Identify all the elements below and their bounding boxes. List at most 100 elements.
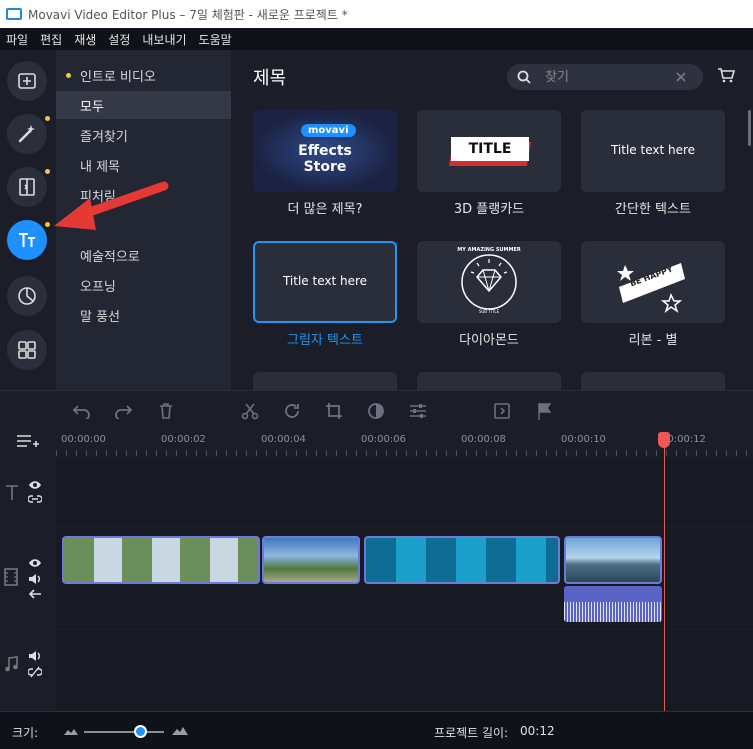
title-bar: Movavi Video Editor Plus – 7일 체험판 - 새로운 … [0, 0, 753, 28]
video-clip[interactable] [564, 536, 662, 584]
title-track[interactable] [56, 458, 753, 526]
status-bar: 크기: 프로젝트 길이: 00:12 [0, 711, 753, 749]
timeline-ruler[interactable]: 00:00:00 00:00:02 00:00:04 00:00:06 00:0… [56, 428, 753, 456]
preview-text: Title text here [610, 143, 696, 157]
add-track-icon[interactable] [16, 434, 40, 450]
undo-button[interactable] [72, 401, 92, 421]
playhead-line [664, 432, 665, 712]
clear-search-icon[interactable] [675, 71, 687, 83]
title-tile-simple-text[interactable]: Title text here [581, 110, 725, 192]
audio-waveform[interactable] [564, 586, 662, 622]
delete-button[interactable] [156, 401, 176, 421]
menu-edit[interactable]: 편집 [40, 31, 62, 48]
menu-playback[interactable]: 재생 [74, 31, 96, 48]
menu-export[interactable]: 내보내기 [142, 31, 186, 48]
new-dot [45, 222, 50, 227]
stickers-button[interactable] [7, 276, 47, 316]
titles-content: 제목 movavi Effects Store 더 많은 제목? TITLE 3… [231, 50, 753, 390]
search-icon [517, 70, 531, 84]
project-duration-value: 00:12 [520, 724, 555, 738]
title-tile-next-3[interactable] [581, 372, 725, 390]
title-tile-next-2[interactable] [417, 372, 561, 390]
title-tile-diamond[interactable]: MY AMAZING SUMMER SUB TITLE [417, 241, 561, 323]
flag-icon [538, 403, 552, 420]
new-dot [45, 116, 50, 121]
crop-button[interactable] [324, 401, 344, 421]
title-tile-3d-placard[interactable]: TITLE [417, 110, 561, 192]
detach-arrow-icon[interactable] [28, 589, 42, 599]
more-tools-button[interactable] [7, 330, 47, 370]
link-icon[interactable] [28, 494, 42, 504]
volume-icon[interactable] [28, 650, 42, 662]
category-my-titles[interactable]: 내 제목 [56, 151, 231, 179]
color-adjust-button[interactable] [366, 401, 386, 421]
undo-icon [72, 405, 90, 419]
menu-help[interactable]: 도움말 [199, 31, 232, 48]
category-favorites[interactable]: 즐겨찾기 [56, 121, 231, 149]
music-track[interactable] [56, 630, 753, 710]
marker-button[interactable] [535, 401, 555, 421]
rotate-button[interactable] [282, 401, 302, 421]
video-track[interactable] [56, 528, 753, 628]
transition-icon [19, 178, 35, 196]
tile-label: 다이아몬드 [459, 333, 519, 348]
tile-label: 3D 플랭카드 [453, 202, 525, 217]
redo-button[interactable] [113, 401, 133, 421]
preview-text: Title text here [282, 274, 368, 288]
eye-icon[interactable] [28, 480, 42, 490]
store-line-2: Store [303, 159, 347, 175]
clip-properties-button[interactable] [408, 401, 428, 421]
title-tile-next-1[interactable] [253, 372, 397, 390]
category-intro-video[interactable]: 인트로 비디오 [56, 61, 231, 89]
transitions-button[interactable] [7, 167, 50, 207]
ruler-tick: 00:00:04 [261, 434, 306, 445]
waveform-bars [564, 602, 662, 622]
cut-button[interactable] [240, 401, 260, 421]
insert-transition-button[interactable] [492, 401, 512, 421]
video-clip[interactable] [262, 536, 360, 584]
zoom-out-icon[interactable] [64, 727, 78, 735]
diamond-top-text: MY AMAZING SUMMER [457, 247, 521, 253]
ruler-tick: 00:00:00 [61, 434, 106, 445]
tile-label: 더 많은 제목? [287, 202, 363, 217]
ruler-tick: 00:00:08 [461, 434, 506, 445]
timeline-toolbar [0, 390, 753, 428]
unlink-icon[interactable] [28, 666, 42, 678]
new-dot [66, 72, 71, 78]
category-all[interactable]: 모두 [56, 91, 231, 119]
title-tile-effects-store[interactable]: movavi Effects Store [253, 110, 397, 192]
zoom-slider-track[interactable] [84, 731, 164, 733]
content-scrollbar[interactable] [748, 110, 751, 146]
volume-icon[interactable] [28, 573, 42, 585]
ruler-tick: 00:00:10 [561, 434, 606, 445]
title-tile-ribbon-star[interactable]: BE HAPPY [581, 241, 725, 323]
placard-text: TITLE [451, 137, 529, 161]
menu-file[interactable]: 파일 [6, 31, 28, 48]
transition-icon [494, 403, 510, 419]
titles-button[interactable] [7, 220, 50, 260]
category-opening[interactable]: 오프닝 [56, 271, 231, 299]
category-artistic[interactable]: 예술적으로 [56, 241, 231, 269]
store-cart-icon[interactable] [717, 67, 735, 83]
ruler-tick: 00:00:02 [161, 434, 206, 445]
video-track-icon [4, 568, 18, 586]
import-button[interactable] [7, 61, 47, 101]
video-clip[interactable] [364, 536, 560, 584]
zoom-slider-thumb[interactable] [134, 725, 147, 738]
redo-icon [115, 405, 133, 419]
pointer-arrow-icon [54, 181, 169, 230]
tile-label: 그림자 텍스트 [287, 333, 363, 348]
video-clip[interactable] [62, 536, 260, 584]
playhead-handle[interactable] [658, 432, 670, 448]
project-duration-label: 프로젝트 길이: [434, 726, 509, 740]
menu-settings[interactable]: 설정 [108, 31, 130, 48]
category-speech-bubble[interactable]: 말 풍선 [56, 301, 231, 329]
effects-button[interactable] [7, 114, 50, 154]
search-input[interactable] [545, 69, 675, 85]
search-box [507, 64, 703, 90]
eye-icon[interactable] [28, 558, 42, 568]
zoom-in-icon[interactable] [172, 725, 188, 735]
titles-icon [19, 233, 35, 247]
music-track-icon [5, 656, 18, 672]
title-tile-shadow-text[interactable]: Title text here [253, 241, 397, 323]
